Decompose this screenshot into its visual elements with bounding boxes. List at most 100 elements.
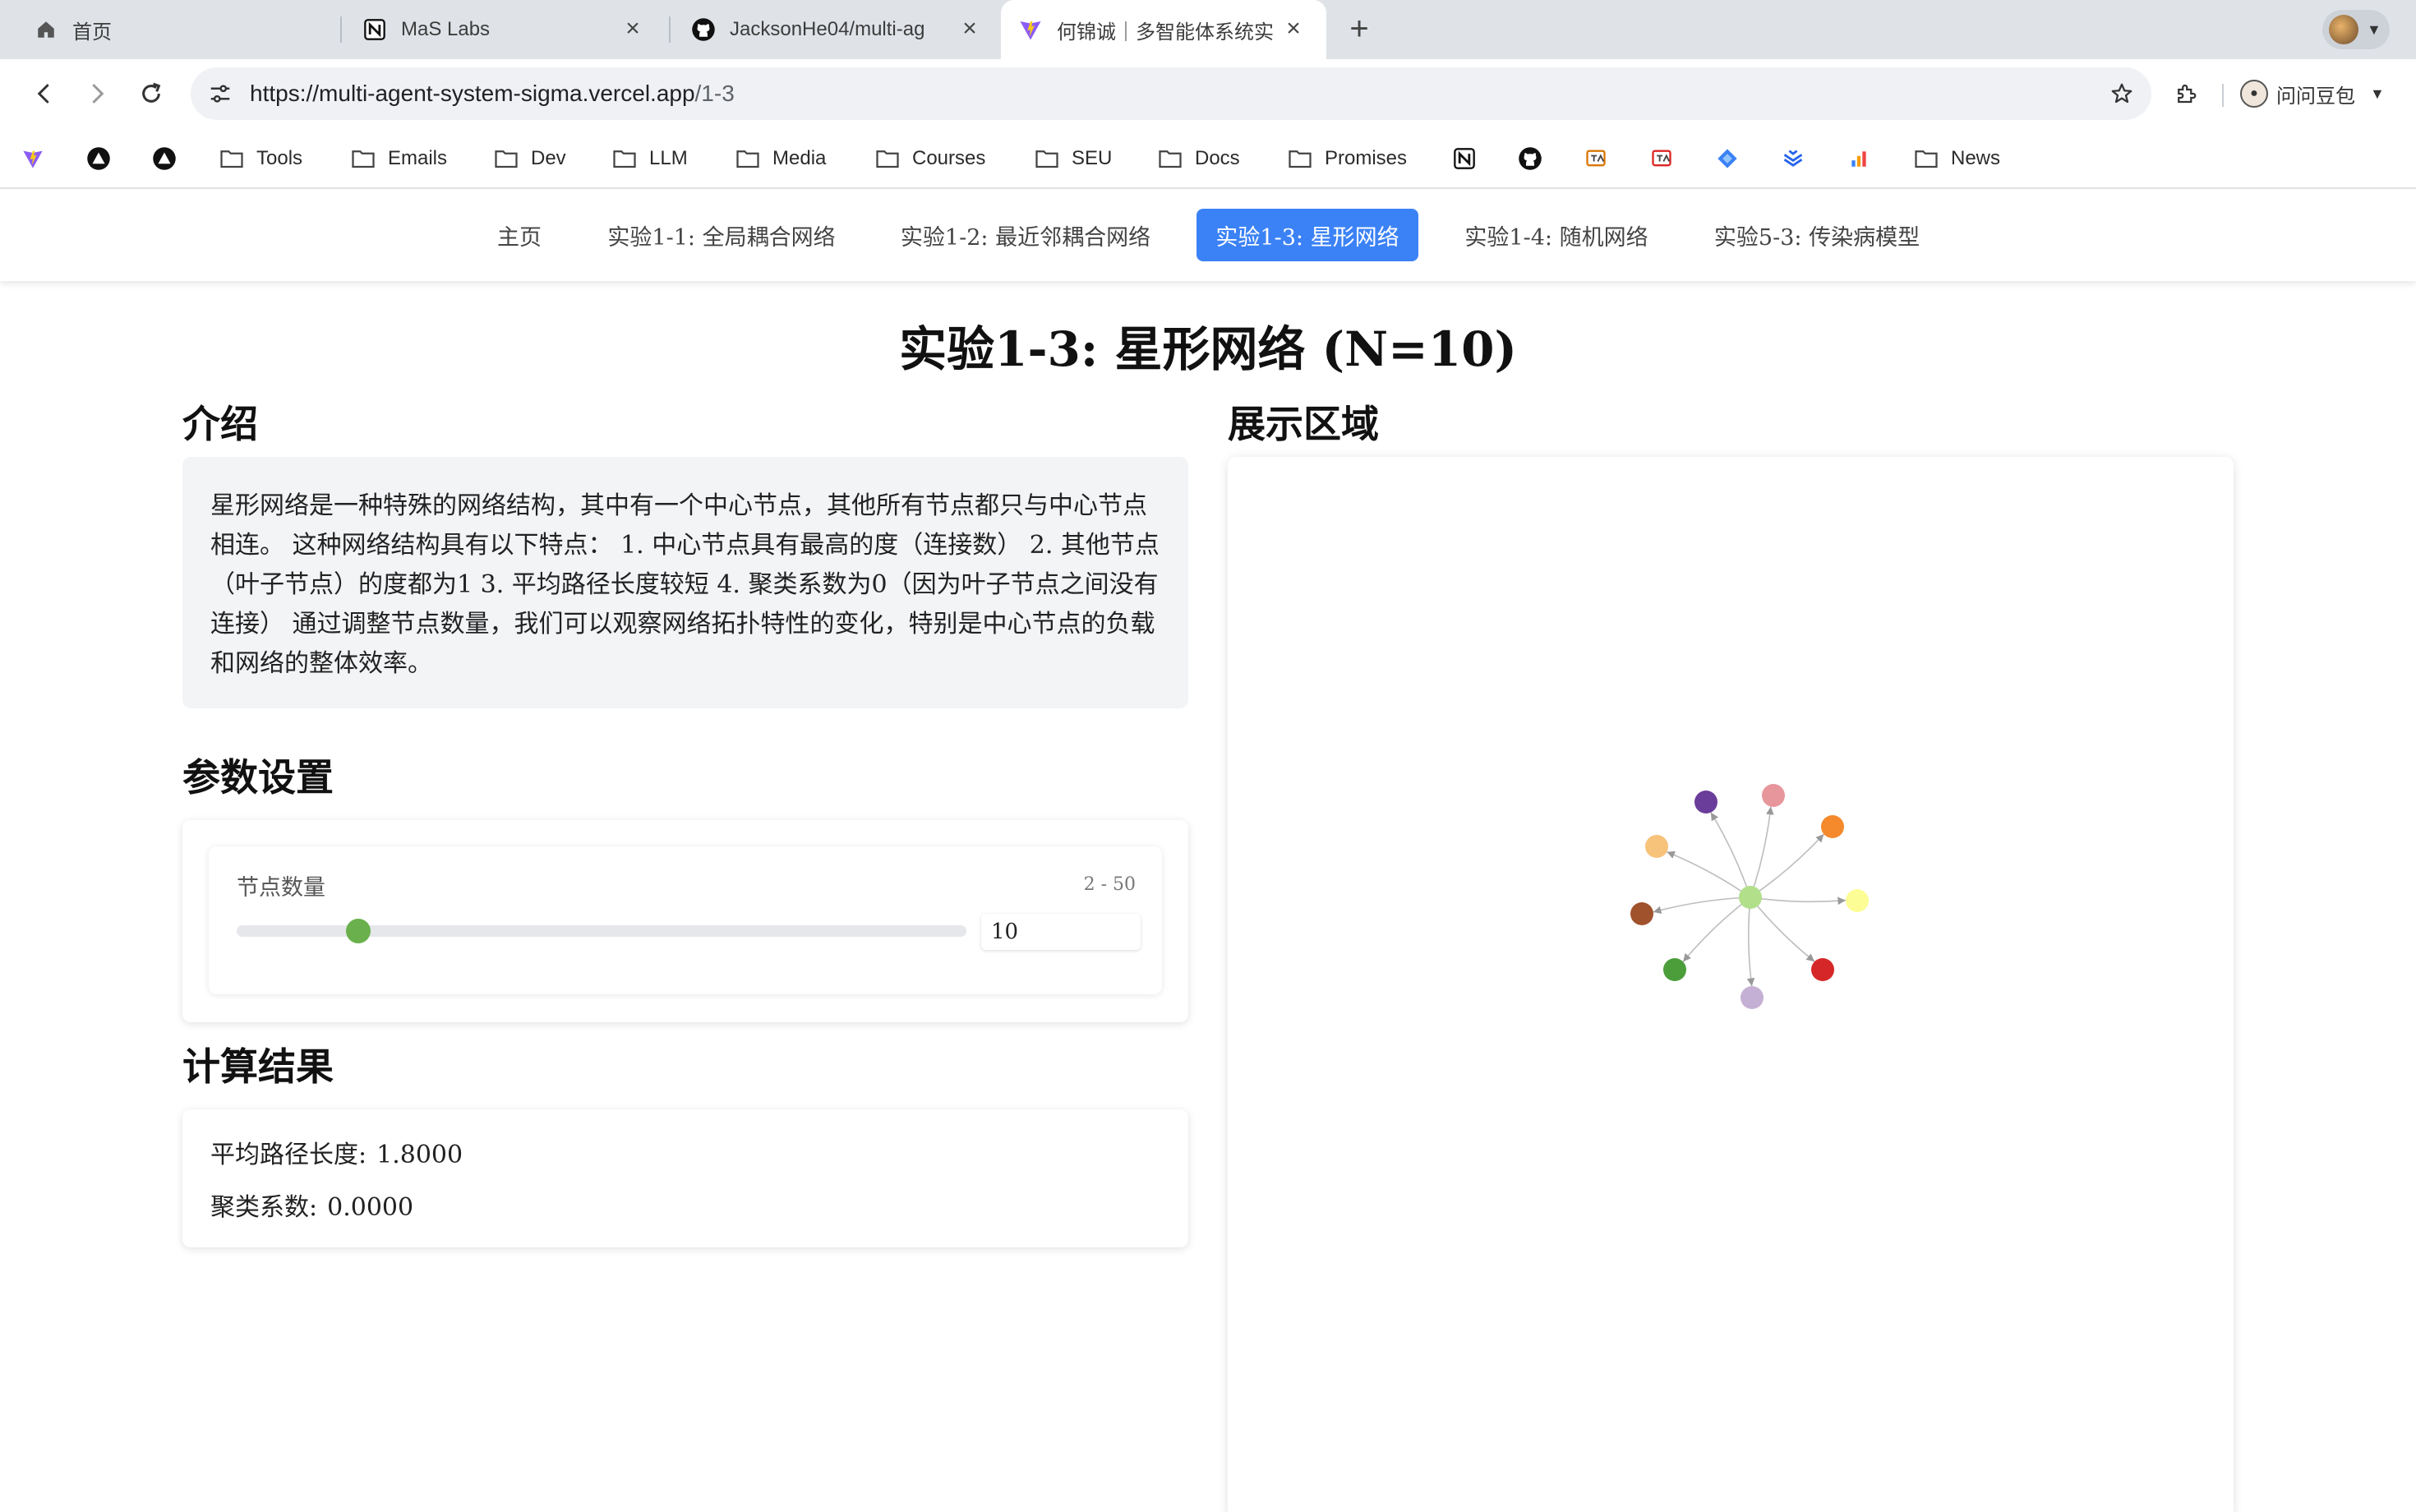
bookmark-vite[interactable]: [20, 130, 46, 187]
bar-chart-icon: [1846, 145, 1872, 172]
graph-edge: [1750, 897, 1815, 962]
nav-exp-1-3[interactable]: 实验1-3: 星形网络: [1196, 209, 1418, 261]
tab-active-page[interactable]: 何锦诚｜多智能体系统实 ×: [1001, 0, 1326, 59]
clustering-value: 0.0000: [327, 1193, 414, 1222]
graph-leaf-node[interactable]: [1694, 791, 1717, 814]
nav-exp-1-2[interactable]: 实验1-2: 最近邻耦合网络: [886, 209, 1165, 261]
graph-edge: [1746, 897, 1755, 987]
params-heading: 参数设置: [182, 755, 334, 800]
graph-leaf-node[interactable]: [1762, 784, 1785, 807]
bookmark-vercel-2[interactable]: [151, 130, 178, 187]
github-icon: [690, 16, 717, 43]
graph-leaf-node[interactable]: [1741, 986, 1764, 1009]
graph-leaf-node[interactable]: [1663, 958, 1686, 981]
graph-leaf-node[interactable]: [1821, 815, 1844, 838]
tab-title: MaS Labs: [401, 18, 491, 40]
close-icon[interactable]: ×: [1282, 16, 1305, 41]
tab-mas-labs[interactable]: MaS Labs ×: [362, 0, 666, 59]
app-navbar: 主页 实验1-1: 全局耦合网络 实验1-2: 最近邻耦合网络 实验1-3: 星…: [0, 189, 2416, 281]
bookmark-folder-media[interactable]: Media: [735, 130, 826, 187]
bookmark-folder-emails[interactable]: Emails: [350, 130, 447, 187]
bookmark-folder-llm[interactable]: LLM: [611, 130, 688, 187]
account-button[interactable]: ● 问问豆包 ▼: [2240, 72, 2385, 115]
graph-display-area[interactable]: [1228, 457, 2234, 1512]
graph-leaf-node[interactable]: [1645, 835, 1668, 858]
bookmark-github[interactable]: [1517, 130, 1543, 187]
node-count-input[interactable]: 10: [981, 914, 1141, 950]
node-count-label: 节点数量: [237, 875, 325, 901]
nav-home[interactable]: 主页: [482, 209, 557, 261]
reload-button[interactable]: [133, 76, 169, 112]
toolbar-separator: [2222, 84, 2224, 107]
github-icon: [1517, 145, 1543, 172]
bookmark-folder-courses[interactable]: Courses: [874, 130, 985, 187]
bookmark-layers[interactable]: [1780, 130, 1806, 187]
bookmark-folder-news[interactable]: News: [1913, 130, 2000, 187]
bookmark-star-icon[interactable]: [2105, 77, 2138, 110]
node-count-slider[interactable]: [237, 919, 966, 943]
bookmark-translate-1[interactable]: [1583, 130, 1609, 187]
tab-separator: [340, 16, 342, 43]
bookmark-label: Media: [772, 147, 827, 169]
intro-text: 星形网络是一种特殊的网络结构，其中有一个中心节点，其他所有节点都只与中心节点相连…: [182, 457, 1188, 708]
display-heading: 展示区域: [1228, 402, 1379, 446]
bookmark-label: SEU: [1072, 147, 1113, 169]
site-settings-icon[interactable]: [204, 77, 237, 110]
forward-button[interactable]: [79, 76, 115, 112]
url-path: /1-3: [694, 81, 735, 106]
arrow-left-icon: [37, 84, 49, 104]
bookmark-label: LLM: [649, 147, 688, 169]
graph-edge: [1750, 897, 1847, 906]
folder-icon: [874, 145, 901, 172]
tab-github-repo[interactable]: JacksonHe04/multi-ag ×: [690, 0, 1003, 59]
bookmark-folder-tools[interactable]: Tools: [219, 130, 302, 187]
graph-nodes: [1630, 784, 1869, 1009]
tab-title: 何锦诚｜多智能体系统实: [1057, 21, 1274, 44]
graph-leaf-node[interactable]: [1630, 902, 1653, 925]
graph-leaf-node[interactable]: [1846, 889, 1869, 912]
bookmark-notion[interactable]: [1451, 130, 1478, 187]
graph-edge: [1653, 897, 1751, 915]
bookmark-vercel-1[interactable]: [85, 130, 112, 187]
folder-icon: [1157, 145, 1183, 172]
graph-edge: [1666, 850, 1751, 898]
bookmark-chart[interactable]: [1846, 130, 1872, 187]
account-avatar: ●: [2240, 80, 2268, 108]
back-button[interactable]: [26, 76, 62, 112]
bookmark-diamond[interactable]: [1714, 130, 1741, 187]
translate-icon: [1648, 145, 1675, 172]
bookmark-label: Promises: [1325, 147, 1408, 169]
diamond-icon: [1714, 145, 1741, 172]
folder-icon: [1913, 145, 1939, 172]
graph-center-node[interactable]: [1739, 886, 1762, 909]
folder-icon: [350, 145, 376, 172]
notion-icon: [1451, 145, 1478, 172]
bookmark-translate-2[interactable]: [1648, 130, 1675, 187]
bookmark-folder-docs[interactable]: Docs: [1157, 130, 1240, 187]
star-network-graph[interactable]: [1228, 457, 2234, 1512]
bookmark-folder-seu[interactable]: SEU: [1034, 130, 1112, 187]
vite-icon: [20, 145, 46, 172]
profile-menu-button[interactable]: ▼: [2322, 10, 2390, 49]
graph-edge: [1750, 806, 1774, 898]
tab-title: 首页: [72, 21, 112, 44]
folder-icon: [219, 145, 245, 172]
close-icon[interactable]: ×: [958, 16, 981, 41]
slider-thumb[interactable]: [345, 919, 371, 943]
nav-exp-5-3[interactable]: 实验5-3: 传染病模型: [1698, 209, 1936, 261]
nav-exp-1-4[interactable]: 实验1-4: 随机网络: [1451, 209, 1662, 261]
extensions-icon[interactable]: [2169, 77, 2202, 110]
folder-icon: [1287, 145, 1313, 172]
tab-home[interactable]: 首页: [33, 0, 329, 59]
address-bar[interactable]: https://multi-agent-system-sigma.vercel.…: [191, 67, 2151, 120]
bookmarks-bar: Tools Emails Dev LLM Media Courses SEU D…: [0, 130, 2416, 187]
new-tab-button[interactable]: +: [1343, 12, 1376, 46]
nav-exp-1-1[interactable]: 实验1-1: 全局耦合网络: [593, 209, 850, 261]
bookmark-folder-promises[interactable]: Promises: [1287, 130, 1407, 187]
page-content: 主页 实验1-1: 全局耦合网络 实验1-2: 最近邻耦合网络 实验1-3: 星…: [0, 189, 2416, 1512]
avg-path-label: 平均路径长度:: [210, 1141, 367, 1169]
chevron-down-icon: ▼: [2367, 21, 2381, 38]
bookmark-folder-dev[interactable]: Dev: [493, 130, 566, 187]
graph-leaf-node[interactable]: [1811, 958, 1834, 981]
close-icon[interactable]: ×: [621, 16, 644, 41]
